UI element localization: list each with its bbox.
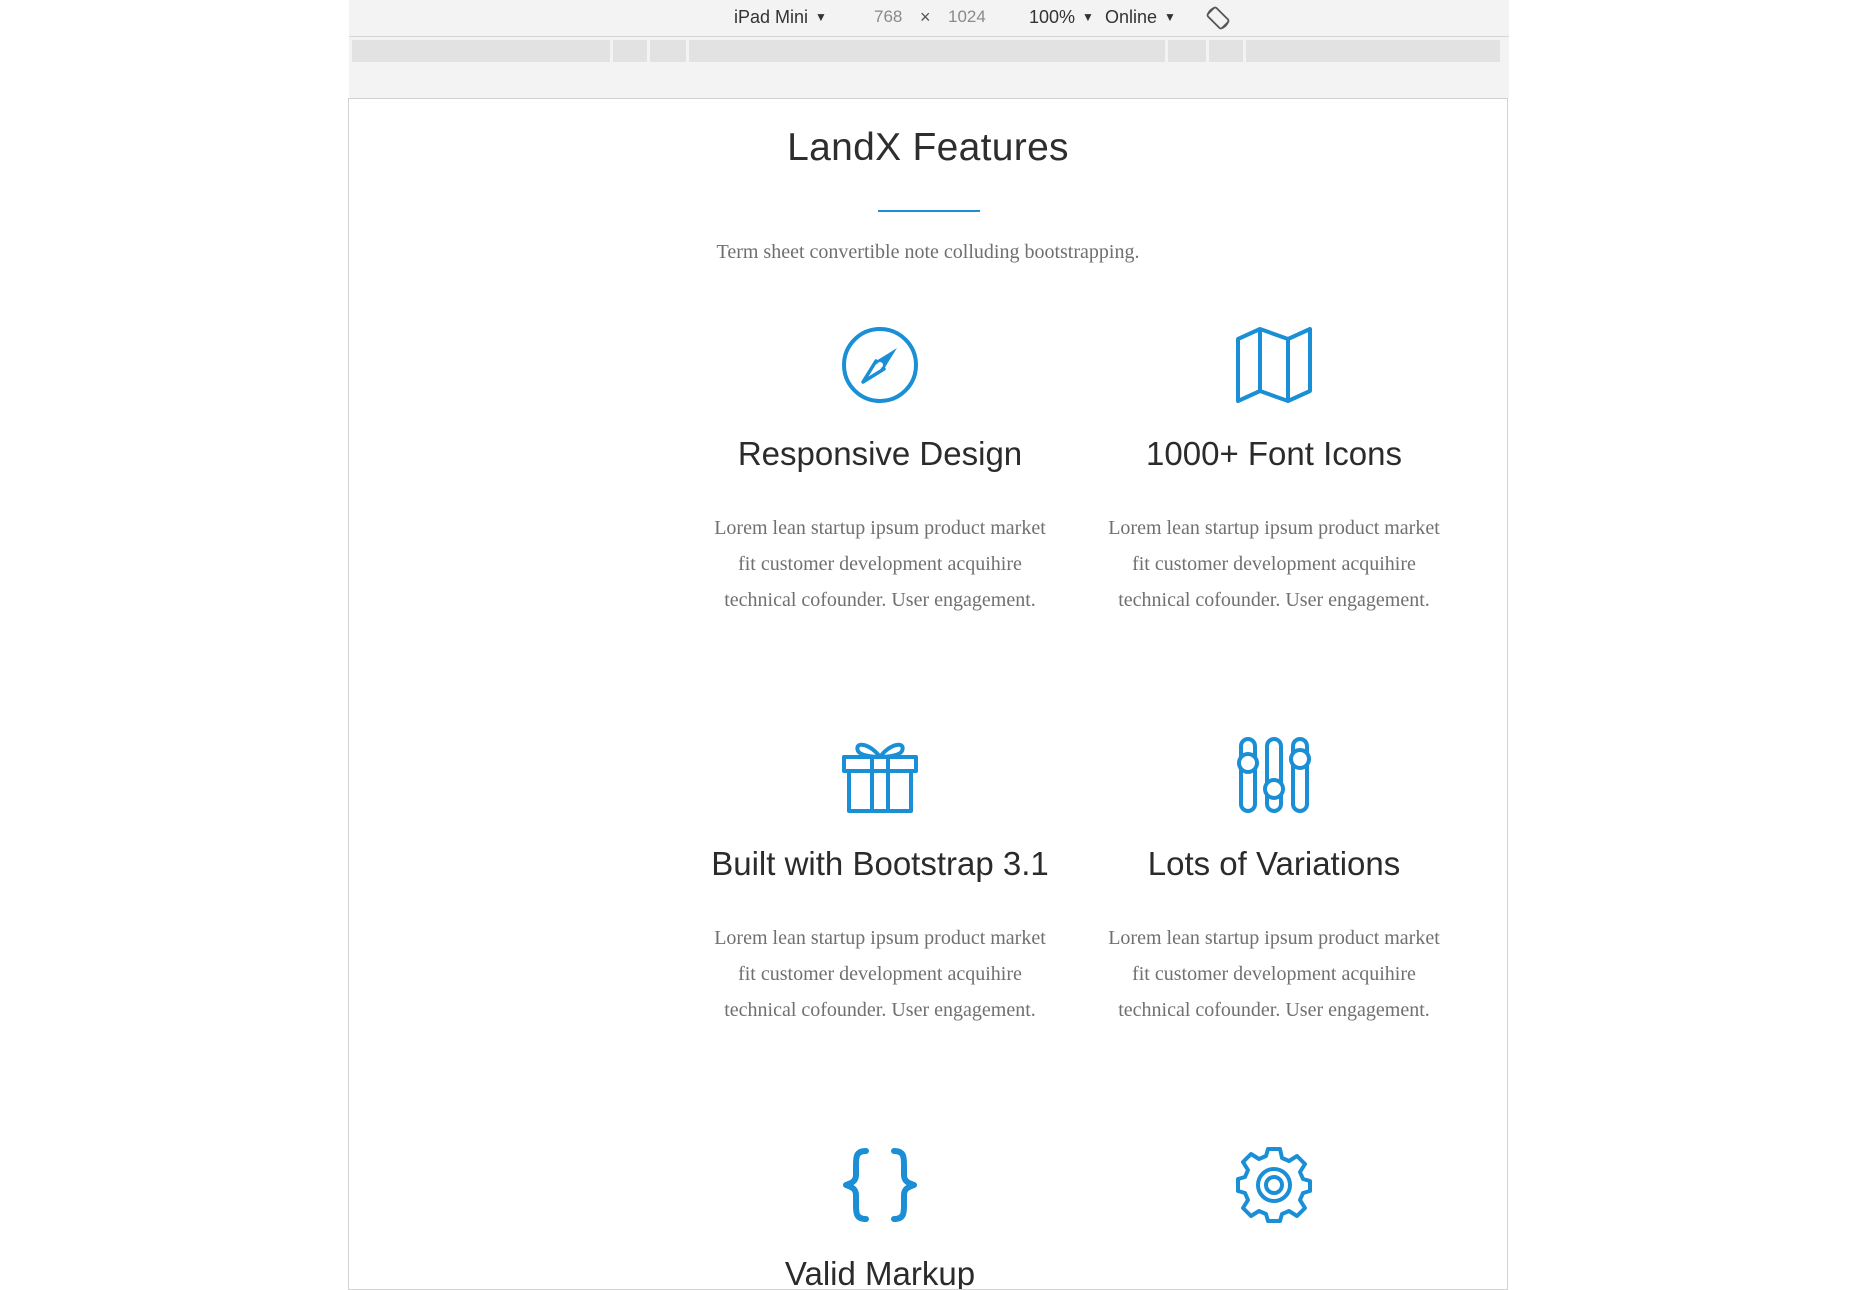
feature-font-icons: 1000+ Font Icons Lorem lean startup ipsu…	[1074, 325, 1474, 611]
network-select-label: Online	[1105, 7, 1158, 27]
media-query-segment[interactable]	[1209, 40, 1243, 62]
device-select[interactable]: iPad Mini ▼	[734, 6, 827, 28]
device-select-label: iPad Mini	[734, 7, 809, 27]
device-toolbar: iPad Mini ▼ 768 × 1024 100% ▼ Online ▼	[349, 0, 1509, 37]
feature-description: Lorem lean startup ipsum product market …	[1108, 517, 1440, 611]
media-query-segment[interactable]	[613, 40, 647, 62]
media-query-segment[interactable]	[1168, 40, 1206, 62]
gift-icon	[842, 742, 918, 813]
feature-description: Lorem lean startup ipsum product market …	[1108, 927, 1440, 1021]
caret-down-icon: ▼	[1164, 10, 1176, 24]
device-viewport: LandX Features Term sheet convertible no…	[348, 98, 1508, 1290]
section-title: LandX Features	[787, 126, 1069, 169]
media-query-segment[interactable]	[650, 40, 686, 62]
feature-title: Built with Bootstrap 3.1	[711, 845, 1049, 882]
code-braces-icon	[843, 1148, 917, 1222]
gear-icon	[1236, 1147, 1312, 1223]
device-toolbar-area: iPad Mini ▼ 768 × 1024 100% ▼ Online ▼	[349, 0, 1509, 98]
sliders-icon	[1237, 737, 1311, 813]
feature-title: Responsive Design	[737, 435, 1023, 472]
feature-title: 1000+ Font Icons	[1146, 435, 1402, 472]
feature-valid-markup: Valid Markup	[680, 1145, 1080, 1289]
feature-settings	[1074, 1145, 1474, 1225]
feature-variations: Lots of Variations Lorem lean startup ip…	[1074, 735, 1474, 1021]
map-icon	[1236, 327, 1312, 403]
media-query-segment[interactable]	[352, 40, 610, 62]
feature-responsive-design: Responsive Design Lorem lean startup ips…	[680, 325, 1080, 611]
caret-down-icon: ▼	[1082, 10, 1094, 24]
feature-title: Valid Markup	[784, 1255, 976, 1290]
feature-description: Lorem lean startup ipsum product market …	[714, 517, 1046, 611]
section-subtitle: Term sheet convertible note colluding bo…	[716, 241, 1140, 263]
zoom-select-label: 100%	[1029, 7, 1076, 27]
height-input[interactable]: 1024	[948, 6, 986, 28]
feature-title: Lots of Variations	[1147, 845, 1401, 882]
width-input[interactable]: 768	[874, 6, 902, 28]
dimension-separator: ×	[920, 7, 931, 27]
feature-bootstrap: Built with Bootstrap 3.1 Lorem lean star…	[680, 735, 1080, 1021]
caret-down-icon: ▼	[815, 10, 827, 24]
zoom-select[interactable]: 100% ▼	[1029, 6, 1094, 28]
feature-description: Lorem lean startup ipsum product market …	[714, 927, 1046, 1021]
media-query-segment[interactable]	[1246, 40, 1500, 62]
title-divider	[878, 210, 980, 212]
compass-icon	[842, 327, 918, 403]
network-throttle-select[interactable]: Online ▼	[1105, 6, 1176, 28]
rotate-icon[interactable]	[1205, 5, 1231, 31]
media-query-bar	[349, 37, 1509, 65]
media-query-segment[interactable]	[689, 40, 1165, 62]
